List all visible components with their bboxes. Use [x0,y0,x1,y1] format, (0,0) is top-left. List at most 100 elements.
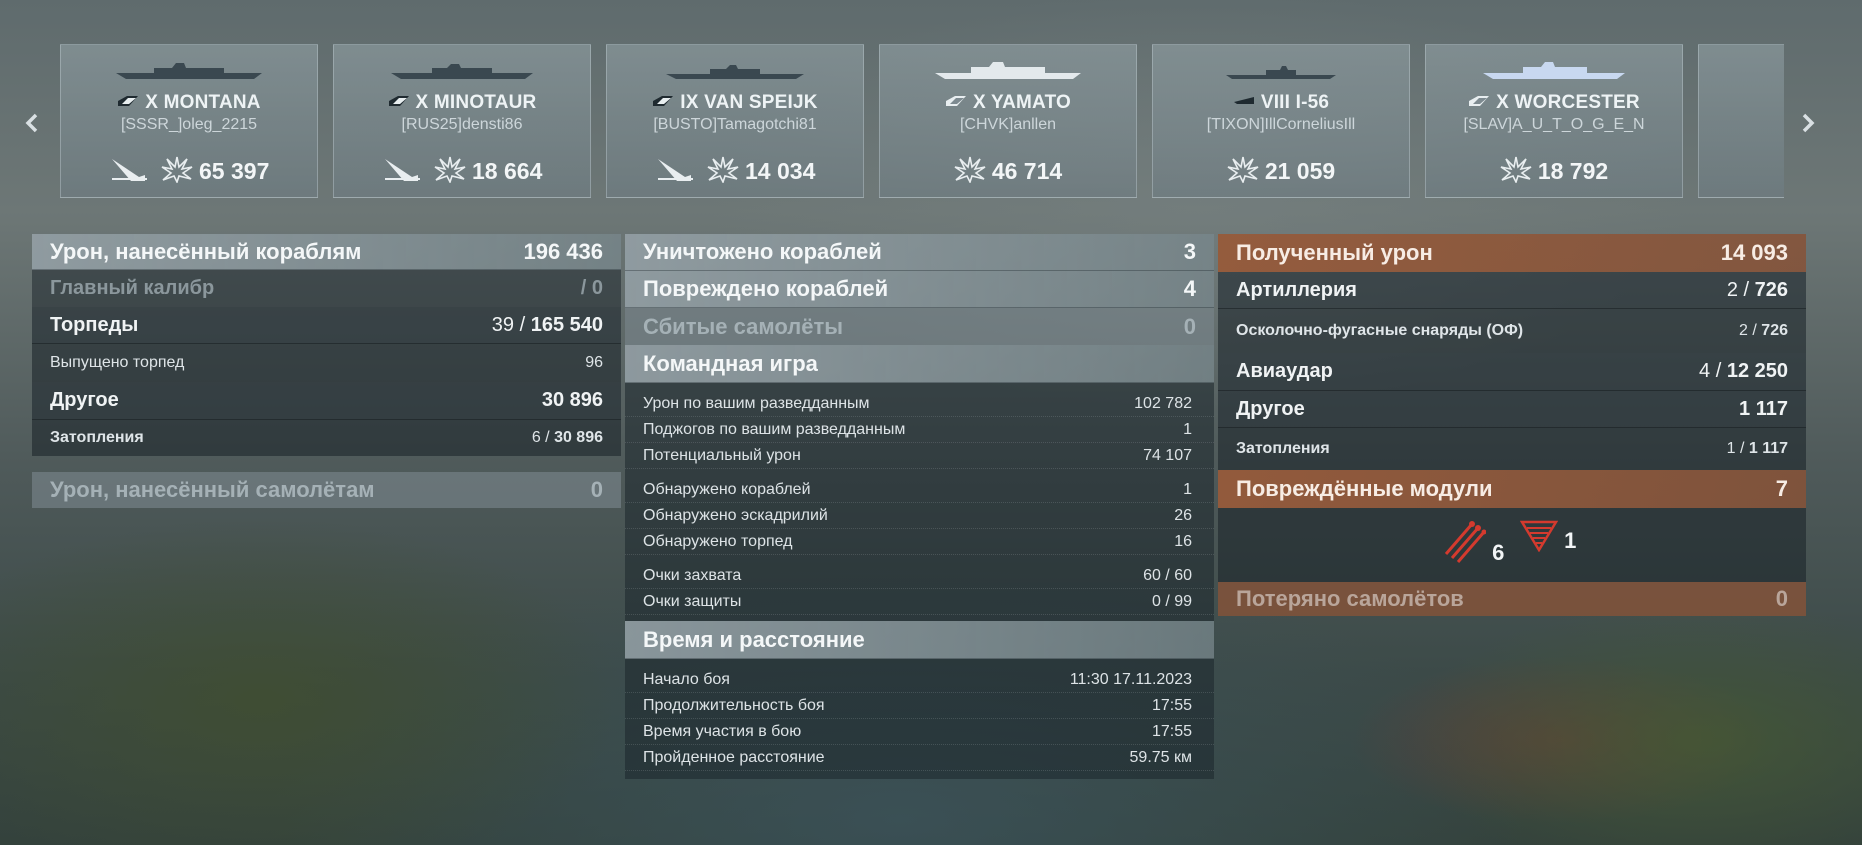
module-item: 6 [1442,518,1504,570]
damage-dealt-total: 196 436 [523,238,603,264]
battleship-class-icon [945,91,967,113]
planes-lost-row: Потеряно самолётов 0 [1218,582,1806,616]
ship-name: VAN SPEIJK [704,92,818,113]
ship-silhouette-icon [391,64,533,79]
planes-shot-row: Сбитые самолёты 0 [625,308,1214,345]
ship-card[interactable]: X MINOTAUR [RUS25]densti86 18 664 [333,44,591,198]
time-distance-header: Время и расстояние [625,621,1214,659]
damage-received-panel: Полученный урон 14 093 Артиллерия 2 / 72… [1218,234,1806,616]
ship-card[interactable]: IX VAN SPEIJK [BUSTO]Tamagotchi81 14 034 [606,44,864,198]
player-name: [CHVK]anllen [959,116,1057,133]
damage-explosion-icon [954,155,986,185]
teamplay-line: Урон по вашим разведданным 102 782 [625,391,1214,417]
teamplay-section: Урон по вашим разведданным 102 782 Поджог… [625,383,1214,621]
carousel-next-button[interactable] [1796,108,1820,138]
ship-name: YAMATO [990,92,1072,113]
ship-tier: IX [680,92,699,113]
player-name: [TIXON]IllCorneliusIll [1206,116,1356,133]
rudder-icon [1519,520,1559,557]
cruiser-class-icon [388,91,410,113]
ship-name: MINOTAUR [433,92,537,113]
damage-received-header: Полученный урон 14 093 [1218,234,1806,272]
ship-damage-value: 18 664 [472,158,543,184]
ship-tier: VIII [1260,92,1291,113]
cruiser-class-icon [1468,91,1490,113]
damaged-modules-header: Повреждённые модули 7 [1218,470,1806,508]
airstrike-row: Авиаудар 4 / 12 250 [1218,353,1806,391]
time-line: Время участия в бою 17:55 [625,719,1214,745]
damaged-modules-list: 6 1 [1218,508,1806,582]
ship-tier: X [145,92,159,113]
artillery-row: Артиллерия 2 / 726 [1218,272,1806,309]
damage-explosion-icon [434,155,466,185]
damage-dealt-panel: Урон, нанесённый кораблям 196 436 Главны… [32,234,621,508]
module-count: 1 [1564,528,1577,553]
carousel-prev-button[interactable] [20,108,44,138]
ship-tier: X [415,92,429,113]
ship-card-partial[interactable] [1698,44,1784,198]
ship-damage-value: 18 792 [1537,158,1609,184]
flooding-received-row: Затопления 1 / 1 117 [1218,428,1806,470]
player-name: [SSSR_]oleg_2215 [120,116,258,133]
ship-sunk-icon [655,155,695,185]
time-distance-section: Начало боя 11:30 17.11.2023 Продолжительн… [625,659,1214,779]
teamplay-line: Очки захвата 60 / 60 [625,563,1214,589]
damage-dealt-title: Урон, нанесённый кораблям [50,238,362,264]
ships-damaged-row: Повреждено кораблей 4 [625,271,1214,308]
ship-silhouette-icon [1226,66,1336,79]
ship-name: WORCESTER [1514,92,1640,113]
combat-stats-panel: Уничтожено кораблей 3 Повреждено корабле… [625,234,1214,779]
he-shells-row: Осколочно-фугасные снаряды (ОФ) 2 / 726 [1218,309,1806,353]
other-damage-row: Другое 30 896 [32,382,621,420]
ship-tier: X [972,92,986,113]
time-line: Продолжительность боя 17:55 [625,693,1214,719]
damage-explosion-icon [1500,155,1532,185]
chevron-right-icon [1802,113,1815,133]
ship-sunk-icon [382,155,422,185]
time-line: Пройденное расстояние 59.75 км [625,745,1214,771]
battleship-class-icon [117,91,139,113]
player-name: [SLAV]A_U_T_O_G_E_N [1463,116,1645,133]
chevron-left-icon [25,113,38,133]
ship-silhouette-icon [116,63,262,79]
aircraft-damage-row: Урон, нанесённый самолётам 0 [32,472,621,508]
ship-card[interactable]: X MONTANA [SSSR_]oleg_2215 65 397 [60,44,318,198]
torpedoes-row: Торпеды 39 / 165 540 [32,307,621,344]
other-received-row: Другое 1 117 [1218,391,1806,428]
damage-explosion-icon [707,155,739,185]
ship-silhouette-icon [666,65,804,79]
teamplay-line: Обнаружено торпед 16 [625,529,1214,555]
flooding-row: Затопления 6 / 30 896 [32,420,621,456]
ship-card[interactable]: X YAMATO [CHVK]anllen 46 714 [879,44,1137,198]
ship-damage-value: 65 397 [199,158,270,184]
damage-explosion-icon [1227,155,1259,185]
time-line: Начало боя 11:30 17.11.2023 [625,667,1214,693]
ship-damage-value: 21 059 [1264,158,1336,184]
ship-tier: X [1496,92,1510,113]
destroyer-class-icon [652,91,674,113]
ship-name: MONTANA [163,92,261,113]
ship-silhouette-icon [1483,62,1625,79]
damage-explosion-icon [161,155,193,185]
torpedoes-fired-row: Выпущено торпед 96 [32,344,621,382]
teamplay-line: Потенциальный урон 74 107 [625,443,1214,469]
torpedo-tubes-icon [1442,521,1487,569]
ship-damage-value: 14 034 [745,158,816,184]
player-name: [RUS25]densti86 [401,116,523,133]
main-battery-row: Главный калибр / 0 [32,270,621,307]
ship-card[interactable]: VIII I-56 [TIXON]IllCorneliusIll 21 059 [1152,44,1410,198]
teamplay-header: Командная игра [625,345,1214,383]
teamplay-line: Обнаружено кораблей 1 [625,477,1214,503]
damage-dealt-header: Урон, нанесённый кораблям 196 436 [32,234,621,270]
teamplay-line: Очки защиты 0 / 99 [625,589,1214,615]
teamplay-line: Поджогов по вашим разведданным 1 [625,417,1214,443]
ship-name: I-56 [1295,92,1330,113]
player-name: [BUSTO]Tamagotchi81 [653,116,817,133]
ship-card[interactable]: X WORCESTER [SLAV]A_U_T_O_G_E_N 18 792 [1425,44,1683,198]
ship-damage-value: 46 714 [991,158,1063,184]
destroyed-ships-carousel: X MONTANA [SSSR_]oleg_2215 65 397 X MINO… [60,44,1784,202]
teamplay-line: Обнаружено эскадрилий 26 [625,503,1214,529]
submarine-class-icon [1233,91,1255,113]
ship-silhouette-icon [935,62,1081,79]
ship-sunk-icon [109,155,149,185]
